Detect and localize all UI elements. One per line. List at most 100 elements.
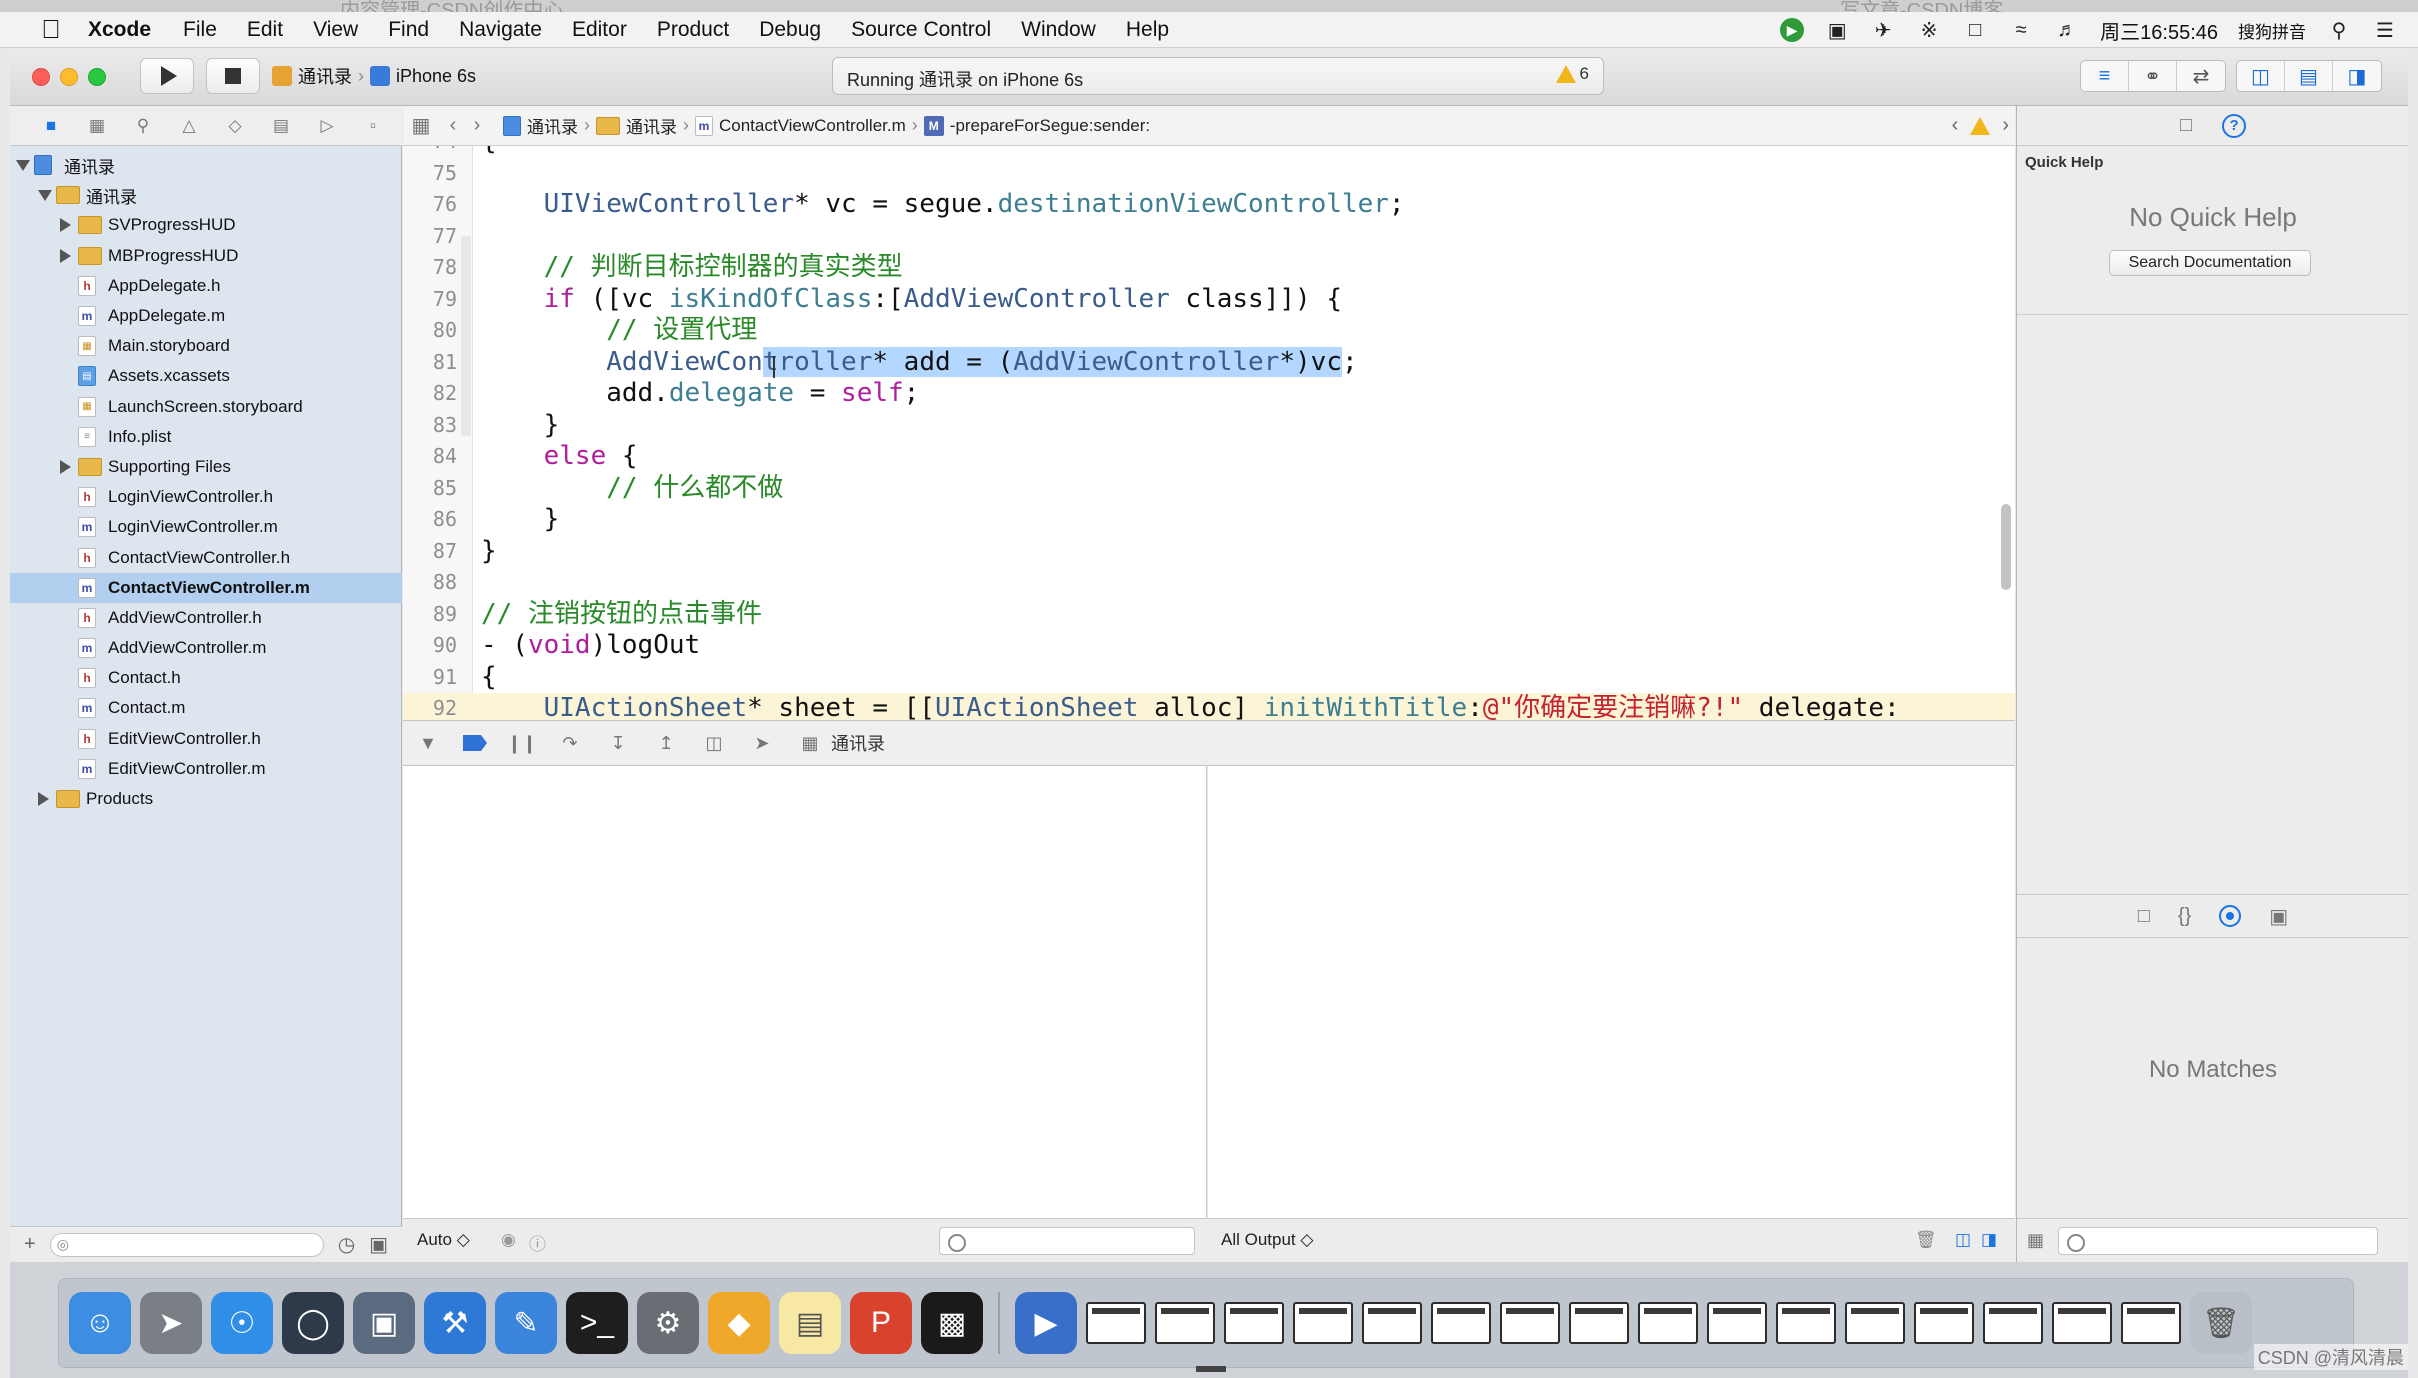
disclosure-closed-icon[interactable] bbox=[38, 792, 49, 807]
navigator-item[interactable]: h ContactViewController.h bbox=[10, 542, 402, 572]
editor-scrollbar[interactable] bbox=[2001, 504, 2011, 590]
minimized-window-icon[interactable] bbox=[1776, 1302, 1836, 1344]
minimized-window-icon[interactable] bbox=[1983, 1302, 2043, 1344]
hide-debug-area-icon[interactable]: ▼ bbox=[415, 731, 441, 755]
menu-debug[interactable]: Debug bbox=[759, 18, 821, 42]
presentation-icon[interactable]: P bbox=[850, 1292, 912, 1354]
stop-button[interactable] bbox=[206, 58, 260, 94]
menu-clock[interactable]: 周三16:55:46 bbox=[2100, 16, 2218, 45]
minimized-window-icon[interactable] bbox=[1638, 1302, 1698, 1344]
minimized-window-icon[interactable] bbox=[1569, 1302, 1629, 1344]
quicktime-icon[interactable]: ▶ bbox=[1015, 1292, 1077, 1354]
media-library-icon[interactable]: ▣ bbox=[2269, 904, 2288, 929]
navigator-item[interactable]: h AddViewController.h bbox=[10, 603, 402, 633]
minimized-window-icon[interactable] bbox=[1155, 1302, 1215, 1344]
minimized-window-icon[interactable] bbox=[1224, 1302, 1284, 1344]
process-icon[interactable]: ▦ bbox=[797, 731, 823, 755]
assistant-editor-icon[interactable]: ⚭ bbox=[2129, 61, 2177, 91]
debug-navigator-tab-icon[interactable]: ▤ bbox=[270, 115, 292, 137]
menu-view[interactable]: View bbox=[313, 18, 358, 42]
navigator-item[interactable]: m EditViewController.m bbox=[10, 754, 402, 784]
code-line[interactable]: 78 // 判断目标控制器的真实类型 bbox=[403, 252, 2003, 284]
step-out-icon[interactable]: ↥ bbox=[653, 731, 679, 755]
menu-product[interactable]: Product bbox=[657, 18, 729, 42]
disclosure-closed-icon[interactable] bbox=[60, 218, 71, 233]
wifi-icon[interactable]: ≈ bbox=[2008, 17, 2034, 43]
breadcrumb-file[interactable]: m ContactViewController.m bbox=[695, 115, 906, 136]
menu-editor[interactable]: Editor bbox=[572, 18, 627, 42]
code-line[interactable]: 83 } bbox=[403, 410, 2003, 442]
navigator-item[interactable]: m LoginViewController.m bbox=[10, 512, 402, 542]
navigator-item[interactable]: Supporting Files bbox=[10, 452, 402, 482]
back-arrow-icon[interactable]: ‹ bbox=[441, 114, 465, 138]
version-editor-icon[interactable]: ⇄ bbox=[2177, 61, 2225, 91]
code-line[interactable]: 85 // 什么都不做 bbox=[403, 473, 2003, 505]
project-navigator-tab-icon[interactable]: ■ bbox=[40, 115, 62, 137]
minimized-window-icon[interactable] bbox=[1914, 1302, 1974, 1344]
code-line[interactable]: 91 { bbox=[403, 662, 2003, 694]
code-line[interactable]: 77 bbox=[403, 221, 2003, 253]
minimized-window-icon[interactable] bbox=[1293, 1302, 1353, 1344]
window-close-button[interactable] bbox=[32, 68, 50, 86]
minimized-window-icon[interactable] bbox=[1431, 1302, 1491, 1344]
notes-icon[interactable]: ▤ bbox=[779, 1292, 841, 1354]
navigator-item[interactable]: m ContactViewController.m bbox=[10, 572, 402, 603]
debug-target-label[interactable]: 通讯录 bbox=[831, 730, 885, 756]
menu-navigate[interactable]: Navigate bbox=[459, 18, 542, 42]
minimized-window-icon[interactable] bbox=[1086, 1302, 1146, 1344]
code-line[interactable]: 75 bbox=[403, 158, 2003, 190]
sketch-icon[interactable]: ◆ bbox=[708, 1292, 770, 1354]
info-icon[interactable]: ⓘ bbox=[529, 1230, 546, 1255]
quick-help-icon[interactable]: ? bbox=[2222, 113, 2247, 138]
standard-editor-icon[interactable]: ≡ bbox=[2081, 61, 2129, 91]
minimized-window-icon[interactable] bbox=[2121, 1302, 2181, 1344]
navigator-filter-field[interactable]: ◎ bbox=[49, 1232, 324, 1257]
xcode-icon[interactable]: ⚒ bbox=[424, 1292, 486, 1354]
trash-icon[interactable]: 🗑 bbox=[2190, 1292, 2252, 1354]
test-navigator-tab-icon[interactable]: ◇ bbox=[224, 115, 246, 137]
console-view[interactable] bbox=[1208, 766, 2015, 1218]
navigator-item[interactable]: h EditViewController.h bbox=[10, 724, 402, 754]
disclosure-closed-icon[interactable] bbox=[60, 459, 71, 474]
safari-icon[interactable]: ☉ bbox=[211, 1292, 273, 1354]
find-navigator-tab-icon[interactable]: ⚲ bbox=[132, 115, 154, 137]
apple-menu-icon[interactable]:  bbox=[36, 14, 66, 45]
navigator-item[interactable]: ▦ Main.storyboard bbox=[10, 331, 402, 361]
menu-help[interactable]: Help bbox=[1126, 18, 1169, 42]
bluetooth-icon[interactable]: ※ bbox=[1916, 17, 1942, 43]
trash-icon[interactable]: 🗑 bbox=[1915, 1230, 1937, 1250]
minimized-window-icon[interactable] bbox=[1500, 1302, 1560, 1344]
minimized-window-icon[interactable] bbox=[1845, 1302, 1905, 1344]
next-issue-icon[interactable]: › bbox=[2002, 114, 2009, 137]
toggle-debug-area-icon[interactable]: ▤ bbox=[2285, 61, 2333, 91]
breakpoint-navigator-tab-icon[interactable]: ▷ bbox=[316, 115, 338, 137]
mouse-app-icon[interactable]: ◯ bbox=[282, 1292, 344, 1354]
code-line[interactable]: 89 // 注销按钮的点击事件 bbox=[403, 599, 2003, 631]
breadcrumb-method[interactable]: M -prepareForSegue:sender: bbox=[923, 115, 1150, 136]
menu-app-xcode[interactable]: Xcode bbox=[88, 18, 151, 42]
step-into-icon[interactable]: ↧ bbox=[605, 731, 631, 755]
previous-issue-icon[interactable]: ‹ bbox=[1952, 114, 1959, 137]
menu-edit[interactable]: Edit bbox=[247, 18, 283, 42]
run-button[interactable] bbox=[140, 58, 194, 94]
related-items-icon[interactable]: ▦ bbox=[409, 114, 433, 138]
object-library-icon[interactable] bbox=[2219, 905, 2242, 927]
notification-center-icon[interactable]: ☰ bbox=[2372, 17, 2398, 43]
navigator-item[interactable]: 通讯录 bbox=[10, 150, 402, 180]
record-status-icon[interactable]: ▶ bbox=[1780, 18, 1805, 42]
disclosure-open-icon[interactable] bbox=[38, 189, 52, 201]
imovie-icon[interactable]: ▣ bbox=[353, 1292, 415, 1354]
finder-icon[interactable]: ☺ bbox=[69, 1292, 131, 1354]
code-line[interactable]: 90 - (void)logOut bbox=[403, 630, 2003, 662]
menu-source-control[interactable]: Source Control bbox=[851, 18, 991, 42]
breadcrumb-group[interactable]: 通讯录 bbox=[596, 113, 677, 138]
toggle-navigator-icon[interactable]: ◫ bbox=[2237, 61, 2285, 91]
add-file-icon[interactable]: + bbox=[24, 1233, 36, 1256]
airplane-icon[interactable]: ✈ bbox=[1870, 17, 1896, 43]
variables-scope-select[interactable]: Auto ◇ bbox=[417, 1230, 470, 1250]
code-line[interactable]: 84 else { bbox=[403, 441, 2003, 473]
console-output-select[interactable]: All Output ◇ bbox=[1221, 1230, 1313, 1250]
location-icon[interactable]: ➤ bbox=[749, 731, 775, 755]
navigator-item[interactable]: ▤ Assets.xcassets bbox=[10, 361, 402, 391]
navigator-item[interactable]: m Contact.m bbox=[10, 693, 402, 723]
